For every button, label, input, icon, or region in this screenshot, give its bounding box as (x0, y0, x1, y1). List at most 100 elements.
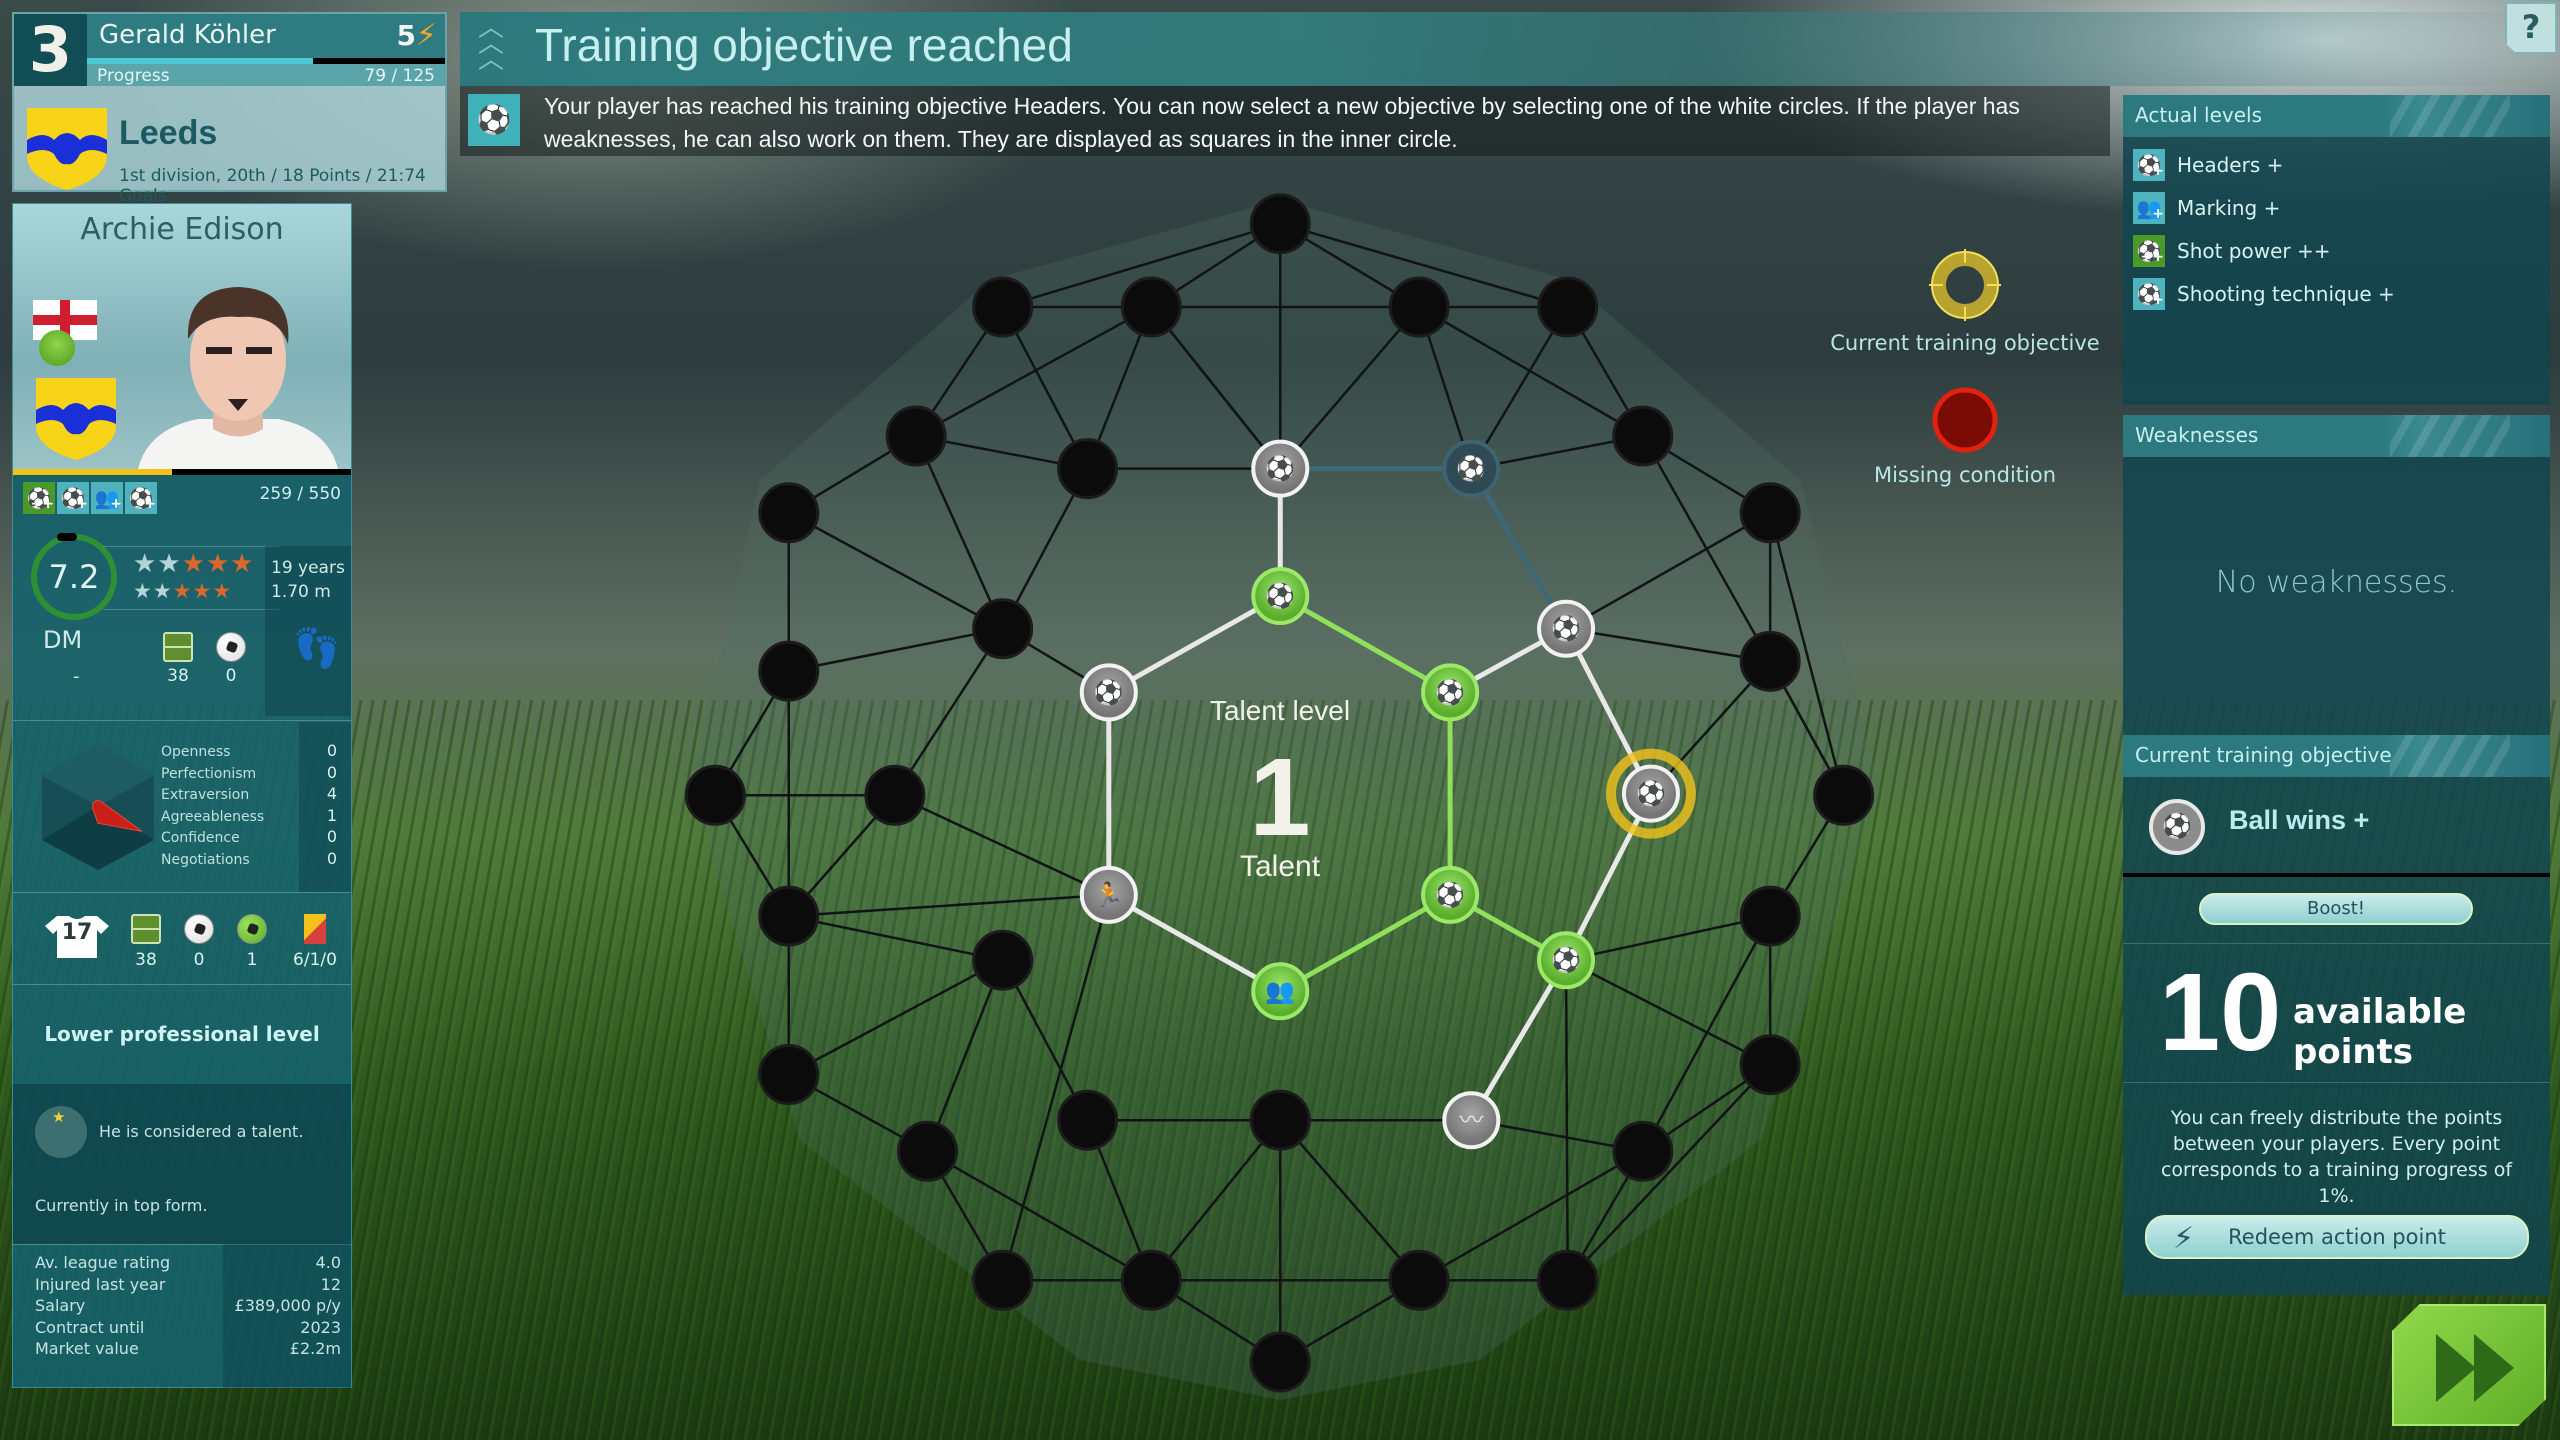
lightning-icon: ⚡ (415, 18, 437, 53)
player-secondary-position: - (73, 666, 80, 687)
skill-node-shot-power-2[interactable]: ⚽ (1537, 931, 1596, 990)
player-height: 1.70 m (271, 582, 331, 602)
locked-skill-node[interactable] (1612, 405, 1674, 467)
help-button[interactable]: ? (2505, 2, 2557, 54)
skill-node-icon: ⚽ (1550, 615, 1581, 643)
potential-stars: ★★★★★ (133, 579, 233, 603)
matches-stat: 38 (121, 914, 171, 970)
skill-node-passing[interactable]: ⚽ (1079, 663, 1138, 722)
locked-skill-node[interactable] (758, 885, 820, 947)
locked-skill-node[interactable] (972, 598, 1034, 660)
redeem-label: Redeem action point (2228, 1225, 2446, 1249)
goals-stat: 0 (206, 632, 256, 686)
locked-skill-node[interactable] (864, 764, 926, 826)
player-stars: ★★★★★ ★★★★★ (103, 546, 279, 610)
player-position: DM (43, 626, 83, 654)
continue-button[interactable] (2392, 1304, 2546, 1426)
locked-skill-node[interactable] (885, 405, 947, 467)
skill-node-fitness[interactable]: 〰 (1442, 1091, 1501, 1150)
locked-skill-node[interactable] (972, 929, 1034, 991)
locked-skill-node[interactable] (1739, 630, 1801, 692)
points-label: available points (2293, 992, 2467, 1072)
skill-node-icon: ⚽ (1093, 678, 1124, 706)
player-age: 19 years (271, 558, 345, 578)
player-name: Archie Edison (80, 212, 284, 247)
locked-skill-node[interactable] (1739, 482, 1801, 544)
locked-skill-node[interactable] (1120, 276, 1182, 338)
locked-skill-node[interactable] (1120, 1249, 1182, 1311)
skill-node-shooting-technique-2[interactable]: ⚽ (1537, 599, 1596, 658)
locked-skill-node[interactable] (1388, 1249, 1450, 1311)
fitness-status-icon (39, 330, 75, 366)
action-points: 5⚡ (396, 18, 437, 53)
shirt-number: 17 (61, 920, 93, 945)
locked-skill-node[interactable] (1249, 193, 1311, 255)
talent-box: He is considered a talent. Currently in … (13, 1084, 351, 1244)
locked-skill-node[interactable] (1739, 1034, 1801, 1096)
skill-node-icon: ⚽ (1434, 881, 1465, 909)
skill-node-shot-power[interactable]: ⚽ (1421, 865, 1480, 924)
locked-skill-node[interactable] (1813, 764, 1875, 826)
banner-message: Your player has reached his training obj… (544, 93, 2020, 152)
weaknesses-title: Weaknesses (2123, 415, 2550, 457)
locked-skill-node[interactable] (1537, 1249, 1599, 1311)
skill-node-icon: ⚽ (1550, 946, 1581, 974)
missing-condition-icon (1932, 387, 1998, 453)
locked-skill-node[interactable] (1612, 1120, 1674, 1182)
locked-skill-node[interactable] (758, 482, 820, 544)
fast-forward-icon (2436, 1334, 2476, 1402)
banner-message-box: ⚽ Your player has reached his training o… (460, 86, 2110, 156)
locked-skill-node[interactable] (1057, 1089, 1119, 1151)
pitch-icon (131, 914, 161, 944)
level-item[interactable]: ⚽ ++ Shot power ++ (2123, 229, 2550, 272)
club-crest-icon (27, 108, 107, 190)
player-card: Archie Edison ⚽ ++ ⚽ + 👥 + ⚽ + 259 / 550 7.2… (12, 203, 352, 1388)
locked-skill-node[interactable] (684, 764, 746, 826)
trait-values: 0 0 4 1 0 0 (299, 722, 351, 892)
progress-row: Progress 79 / 125 (87, 64, 445, 86)
locked-skill-node[interactable] (1249, 1089, 1311, 1151)
skill-node-marking[interactable]: 👥 (1251, 962, 1310, 1021)
season-goals-stat: 0 (174, 914, 224, 970)
locked-skill-node[interactable] (758, 1044, 820, 1106)
locked-skill-node[interactable] (1249, 1331, 1311, 1393)
talent-level-label: Talent (1239, 850, 1321, 883)
locked-skill-node[interactable] (972, 1249, 1034, 1311)
shooting-technique-icon[interactable]: ⚽ + (125, 482, 157, 514)
headers-icon[interactable]: ⚽ + (57, 482, 89, 514)
level-item[interactable]: ⚽ + Shooting technique + (2123, 272, 2550, 315)
assists-stat: 1 (227, 914, 277, 970)
locked-skill-node[interactable] (1739, 885, 1801, 947)
skill-node-icon: ⚽ (1635, 780, 1666, 808)
personality-hex-chart (42, 744, 154, 870)
marking-icon[interactable]: 👥 + (91, 482, 123, 514)
skill-node-long-pass[interactable]: ⚽ (1442, 439, 1501, 498)
locked-skill-node[interactable] (1057, 438, 1119, 500)
shot-power-icon[interactable]: ⚽ ++ (23, 482, 55, 514)
marking-icon: 👥 + (2133, 191, 2165, 224)
player-portrait-area: Archie Edison (13, 204, 351, 469)
locked-skill-node[interactable] (897, 1120, 959, 1182)
redeem-action-point-button[interactable]: ⚡ Redeem action point (2145, 1215, 2529, 1259)
skill-node-icon: 👥 (1265, 977, 1295, 1005)
skill-node-sprint[interactable]: 🏃 (1079, 865, 1138, 924)
boost-button[interactable]: Boost! (2199, 893, 2473, 925)
target-ring-icon (1929, 249, 2001, 321)
skill-node-headers[interactable]: ⚽ (1251, 567, 1310, 626)
manager-card[interactable]: 3 Gerald Köhler 5⚡ Progress 79 / 125 Lee… (12, 12, 447, 206)
locked-skill-node[interactable] (1537, 276, 1599, 338)
skill-node-ball-wins-defense[interactable]: ⚽ (1251, 439, 1310, 498)
cards-stat: 6/1/0 (285, 914, 345, 970)
legend-current-label: Current training objective (1830, 331, 2100, 355)
locked-skill-node[interactable] (1388, 276, 1450, 338)
talent-text: He is considered a talent. (99, 1122, 304, 1141)
objective-row: ⚽ Ball wins + (2123, 777, 2550, 877)
level-item[interactable]: ⚽ + Headers + (2123, 143, 2550, 186)
player-skill-badges: ⚽ ++ ⚽ + 👥 + ⚽ + (23, 482, 157, 514)
legend-missing-condition: Missing condition (1830, 385, 2100, 487)
locked-skill-node[interactable] (972, 276, 1034, 338)
level-item[interactable]: 👥 + Marking + (2123, 186, 2550, 229)
skill-node-shooting-technique[interactable]: ⚽ (1421, 663, 1480, 722)
locked-skill-node[interactable] (758, 640, 820, 702)
skill-node-ball-wins[interactable]: ⚽ (1605, 748, 1696, 839)
